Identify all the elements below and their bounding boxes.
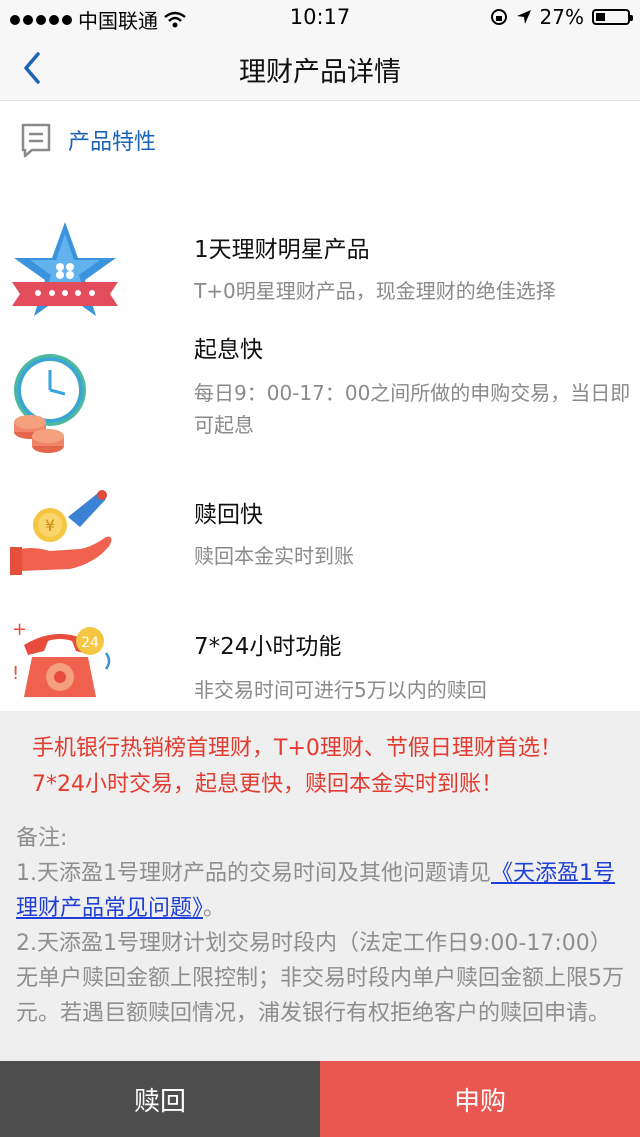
- notes-item-1-suffix: 。: [203, 896, 226, 921]
- svg-text:24: 24: [81, 635, 99, 651]
- svg-text:+: +: [12, 619, 27, 640]
- feature-description: T+0明星理财产品，现金理财的绝佳选择: [194, 279, 556, 303]
- nav-bar: 理财产品详情: [0, 36, 640, 101]
- feature-title: 赎回快: [194, 502, 263, 528]
- notes-item-1-text: 1.天添盈1号理财产品的交易时间及其他问题请见: [16, 861, 491, 886]
- rotation-lock-icon: [490, 9, 507, 25]
- svg-text:!: !: [12, 663, 19, 684]
- bottom-bar: 赎回 申购: [0, 1061, 640, 1137]
- feature-title: 7*24小时功能: [194, 634, 342, 660]
- redeem-button[interactable]: 赎回: [0, 1061, 320, 1137]
- feature-title: 起息快: [194, 337, 263, 363]
- feature-star-product: 1天理财明星产品 T+0明星理财产品，现金理财的绝佳选择: [0, 215, 640, 316]
- battery-icon: [592, 9, 633, 25]
- document-icon: [21, 123, 51, 158]
- star-icon: [12, 222, 118, 316]
- section-title: 产品特性: [68, 130, 157, 155]
- section-header: 产品特性: [20, 118, 156, 162]
- feature-title: 1天理财明星产品: [194, 237, 370, 263]
- feature-description: 非交易时间可进行5万以内的赎回: [194, 678, 487, 702]
- phone-24h-icon: + ! 24: [12, 619, 111, 697]
- buy-button[interactable]: 申购: [320, 1061, 640, 1137]
- notes-item-2: 2.天添盈1号理财计划交易时段内（法定工作日9:00-17:00）无单户赎回金额…: [16, 931, 624, 1026]
- page-title: 理财产品详情: [239, 57, 401, 88]
- battery-percent: 27%: [539, 5, 584, 29]
- notes-label: 备注:: [16, 826, 68, 851]
- feature-description: 每日9：00-17：00之间所做的申购交易，当日即可起息: [194, 381, 631, 437]
- info-area: 手机银行热销榜首理财，T+0理财、节假日理财首选！7*24小时交易，起息更快，赎…: [0, 711, 640, 1061]
- clock-coins-icon: [14, 354, 86, 453]
- promo-text: 手机银行热销榜首理财，T+0理财、节假日理财首选！7*24小时交易，起息更快，赎…: [32, 736, 562, 797]
- location-arrow-icon: [516, 10, 531, 24]
- feature-fast-interest: 起息快 每日9：00-17：00之间所做的申购交易，当日即可起息: [0, 320, 640, 460]
- status-right: 27%: [490, 5, 633, 29]
- feature-fast-redeem: ¥ 赎回快 赎回本金实时到账: [0, 480, 640, 600]
- notes-item-1: 1.天添盈1号理财产品的交易时间及其他问题请见《天添盈1号理财产品常见问题》。: [16, 856, 628, 926]
- feature-description: 赎回本金实时到账: [194, 544, 354, 568]
- notes: 备注: 1.天添盈1号理财产品的交易时间及其他问题请见《天添盈1号理财产品常见问…: [16, 821, 628, 1031]
- feature-24h: + ! 24 7*24小时功能 非交易时间可进行5万以内的赎回: [0, 612, 640, 712]
- svg-text:¥: ¥: [45, 516, 55, 535]
- status-bar: 中国联通 10:17 27%: [0, 0, 640, 36]
- hand-coin-rocket-icon: ¥: [10, 490, 112, 575]
